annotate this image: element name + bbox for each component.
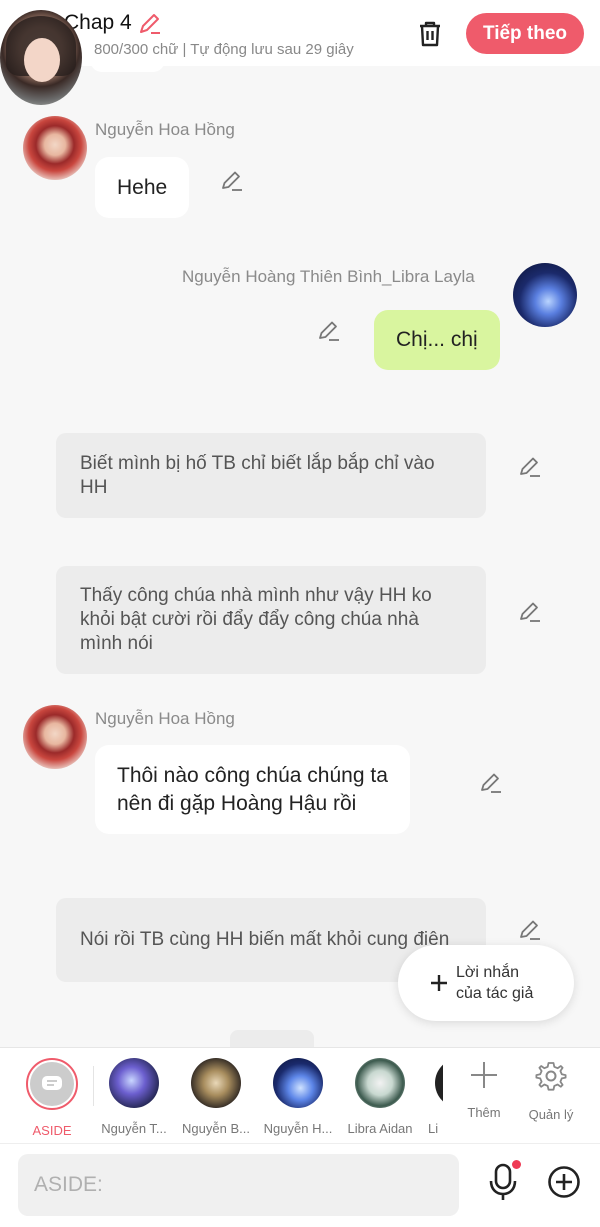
message-bubble[interactable]: Chị... chị (374, 310, 500, 370)
message-line: Thôi nào công chúa chúng ta (117, 763, 388, 787)
character-item[interactable]: Libra Aidan (341, 1058, 419, 1136)
composer-bar (0, 1143, 600, 1227)
manage-label: Quản lý (528, 1107, 574, 1122)
edit-icon[interactable] (317, 318, 341, 342)
gear-icon (535, 1062, 567, 1091)
message-icon (42, 1076, 62, 1090)
character-label: Li (428, 1121, 439, 1136)
edit-icon[interactable] (220, 168, 244, 192)
speaker-name: Nguyễn Hoàng Thiên Bình_Libra Layla (182, 267, 475, 286)
speaker-name: Nguyễn Hoa Hồng (95, 120, 235, 139)
avatar-nguyen-hoa-hong[interactable] (23, 705, 87, 769)
edit-icon[interactable] (518, 917, 542, 941)
character-avatar (355, 1058, 405, 1108)
next-button[interactable]: Tiếp theo (466, 13, 584, 54)
edit-icon[interactable] (479, 770, 503, 794)
character-aside[interactable]: ASIDE (13, 1058, 91, 1138)
divider (93, 1066, 94, 1106)
add-circle-icon[interactable] (547, 1165, 581, 1199)
character-label: Nguyễn B... (182, 1121, 250, 1136)
plus-icon (431, 975, 447, 991)
character-avatar (435, 1058, 443, 1108)
narration-block[interactable]: Biết mình bị hố TB chỉ biết lắp bắp chỉ … (56, 433, 486, 518)
message-bubble[interactable]: Hehe (95, 157, 190, 218)
avatar-thien-binh[interactable] (513, 263, 577, 327)
plus-icon (471, 1062, 497, 1088)
character-label: Libra Aidan (347, 1121, 413, 1136)
character-item[interactable]: Nguyễn T... (95, 1058, 173, 1136)
character-label: Nguyễn T... (101, 1121, 167, 1136)
character-item[interactable]: Nguyễn H... (259, 1058, 337, 1136)
author-note-line: của tác giả (456, 985, 534, 1002)
author-avatar[interactable] (0, 10, 82, 105)
trash-icon[interactable] (414, 18, 446, 50)
next-bubble-fragment (230, 1030, 314, 1048)
add-character-label: Thêm (467, 1105, 501, 1120)
character-label: ASIDE (32, 1123, 72, 1138)
character-label: Nguyễn H... (263, 1121, 333, 1136)
character-avatar (191, 1058, 241, 1108)
edit-title-icon[interactable] (138, 11, 162, 35)
aside-avatar (26, 1058, 78, 1110)
top-bar: Chap 4 800/300 chữ | Tự động lưu sau 29 … (0, 0, 600, 66)
author-note-label: Lời nhắn của tác giả (456, 962, 533, 1004)
manage-characters-button[interactable]: Quản lý (523, 1060, 579, 1122)
character-avatar (273, 1058, 323, 1108)
speaker-name: Nguyễn Hoa Hồng (95, 709, 235, 728)
author-note-button[interactable]: Lời nhắn của tác giả (398, 945, 574, 1021)
character-item[interactable]: Li (423, 1058, 443, 1136)
narration-block[interactable]: Thấy công chúa nhà mình như vậy HH ko kh… (56, 566, 486, 674)
character-item[interactable]: Nguyễn B... (177, 1058, 255, 1136)
chapter-title[interactable]: Chap 4 (64, 11, 162, 35)
edit-icon[interactable] (518, 599, 542, 623)
add-character-button[interactable]: Thêm (456, 1060, 512, 1120)
author-note-line: Lời nhắn (456, 964, 519, 981)
character-bar: ASIDE Nguyễn T... Nguyễn B... Nguyễn H..… (0, 1047, 600, 1143)
message-line: nên đi gặp Hoàng Hậu rồi (117, 791, 357, 815)
avatar-nguyen-hoa-hong[interactable] (23, 116, 87, 180)
edit-icon[interactable] (518, 454, 542, 478)
notification-dot (512, 1160, 521, 1169)
message-input[interactable] (18, 1154, 459, 1216)
character-avatar (109, 1058, 159, 1108)
message-bubble[interactable]: Thôi nào công chúa chúng ta nên đi gặp H… (95, 745, 410, 834)
word-count-autosave: 800/300 chữ | Tự động lưu sau 29 giây (94, 41, 354, 58)
